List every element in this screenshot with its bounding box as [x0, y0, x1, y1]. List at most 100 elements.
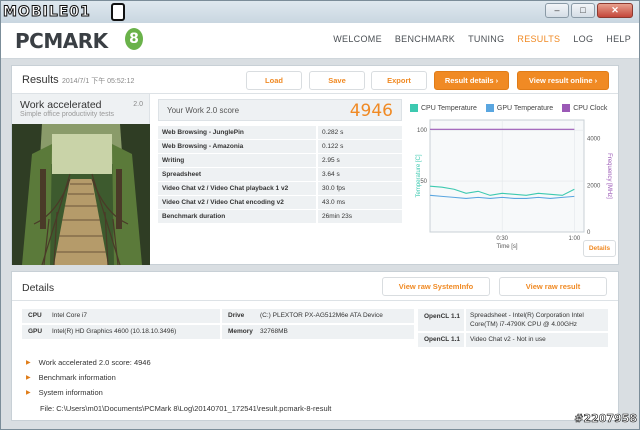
x-tick-label: 0:30	[496, 236, 508, 242]
spec-gpu-value: Intel(R) HD Graphics 4600 (10.18.10.3496…	[52, 328, 177, 335]
y-axis-right-label: Frequency [MHz]	[606, 153, 612, 199]
y-left-tick-label: 100	[417, 128, 428, 134]
row-label: Web Browsing - Amazonia	[158, 140, 316, 153]
row-label: Benchmark duration	[158, 210, 316, 223]
results-table: Web Browsing - JunglePin 0.282 s Web Brow…	[158, 126, 402, 224]
spec-drive-label: Drive	[228, 312, 245, 319]
minimize-button[interactable]: –	[545, 3, 569, 18]
opencl-1-value: Spreadsheet - Intel(R) Corporation Intel…	[466, 309, 608, 331]
score-label: Your Work 2.0 score	[167, 106, 240, 115]
chart-plot: 100504000200000:30 1:00 Temperature [C] F…	[416, 119, 612, 250]
app-header: PCMARK 8 WELCOME BENCHMARK TUNING RESULT…	[1, 23, 639, 59]
watermark-bottom: #2207958	[574, 412, 637, 426]
y-axis-left-label: Temperature [C]	[416, 154, 422, 197]
accordion-score-label: Work accelerated 2.0 score: 4946	[38, 358, 151, 367]
table-row: Video Chat v2 / Video Chat playback 1 v2…	[158, 182, 402, 196]
spec-memory: Memory 32768MB	[222, 325, 414, 339]
expand-arrow-icon: ▶	[26, 390, 31, 396]
row-label: Video Chat v2 / Video Chat encoding v2	[158, 196, 316, 209]
title-bar: MOBILE01 – □ ✕	[1, 1, 639, 23]
row-label: Spreadsheet	[158, 168, 316, 181]
results-header: Results 2014/7/1 下午 05:52:12 Load Save E…	[12, 66, 618, 94]
expand-arrow-icon: ▶	[26, 375, 31, 381]
details-title: Details	[22, 282, 55, 294]
spec-memory-value: 32768MB	[260, 328, 288, 335]
row-label: Video Chat v2 / Video Chat playback 1 v2	[158, 182, 316, 195]
watermark-top: MOBILE01	[3, 4, 91, 21]
pcmark-logo-badge: 8	[125, 28, 143, 50]
row-value: 0.282 s	[318, 126, 402, 139]
phone-icon	[111, 3, 125, 21]
nav-results[interactable]: RESULTS	[517, 34, 560, 44]
row-value: 2.95 s	[318, 154, 402, 167]
row-value: 3.64 s	[318, 168, 402, 181]
row-value: 0.122 s	[318, 140, 402, 153]
row-value: 26min 23s	[318, 210, 402, 223]
chart-details-button[interactable]: Details	[583, 240, 616, 257]
main-nav: WELCOME BENCHMARK TUNING RESULTS LOG HEL…	[333, 34, 631, 44]
score-header: Your Work 2.0 score 4946	[158, 99, 402, 121]
view-result-online-label: View result online	[528, 76, 593, 85]
rope-bridge-image	[12, 124, 150, 265]
spec-cpu-value: Intel Core i7	[52, 312, 88, 319]
monitoring-chart: CPU Temperature GPU Temperature CPU Cloc…	[408, 98, 616, 260]
nav-log[interactable]: LOG	[573, 34, 593, 44]
export-button[interactable]: Export	[371, 71, 427, 90]
table-row: Benchmark duration 26min 23s	[158, 210, 402, 224]
spec-drive-value: (C:) PLEXTOR PX-AG512M6e ATA Device	[260, 312, 383, 319]
x-axis-label: Time [s]	[496, 244, 517, 250]
opencl-2-label: OpenCL 1.1	[418, 333, 464, 347]
details-panel: Details View raw SystemInfo View raw res…	[11, 271, 619, 421]
nav-benchmark[interactable]: BENCHMARK	[395, 34, 455, 44]
table-row: Spreadsheet 3.64 s	[158, 168, 402, 182]
x-tick-label: 1:00	[569, 236, 581, 242]
spec-cpu-label: CPU	[28, 312, 42, 319]
load-button[interactable]: Load	[246, 71, 302, 90]
work-subtitle: Simple office productivity tests	[20, 111, 115, 118]
work-title: Work accelerated	[20, 99, 102, 111]
spec-gpu: GPU Intel(R) HD Graphics 4600 (10.18.10.3…	[22, 325, 220, 339]
results-title: Results	[22, 74, 59, 86]
result-file-path: File: C:\Users\m01\Documents\PCMark 8\Lo…	[40, 404, 332, 413]
row-value: 30.0 fps	[318, 182, 402, 195]
opencl-1-label: OpenCL 1.1	[418, 309, 464, 331]
maximize-button[interactable]: □	[571, 3, 595, 18]
spec-cpu: CPU Intel Core i7	[22, 309, 220, 323]
score-value: 4946	[349, 101, 393, 121]
accordion-benchmark-label: Benchmark information	[38, 373, 116, 382]
save-button[interactable]: Save	[309, 71, 365, 90]
row-label: Writing	[158, 154, 316, 167]
result-details-label: Result details	[444, 76, 494, 85]
y-right-tick-label: 2000	[587, 183, 601, 189]
accordion-system-label: System information	[38, 388, 103, 397]
opencl-2-value: Video Chat v2 - Not in use	[466, 333, 608, 347]
pcmark-logo: PCMARK	[15, 29, 108, 53]
nav-tuning[interactable]: TUNING	[468, 34, 504, 44]
table-row: Video Chat v2 / Video Chat encoding v2 43…	[158, 196, 402, 210]
work-test-card: Work accelerated 2.0 Simple office produ…	[12, 94, 150, 265]
view-raw-result-button[interactable]: View raw result	[499, 277, 607, 296]
spec-memory-label: Memory	[228, 328, 253, 335]
spec-drive: Drive (C:) PLEXTOR PX-AG512M6e ATA Device	[222, 309, 414, 323]
accordion-benchmark-info[interactable]: ▶ Benchmark information	[26, 373, 116, 382]
view-result-online-button[interactable]: View result online ›	[517, 71, 609, 90]
result-details-button[interactable]: Result details ›	[434, 71, 509, 90]
plot-area	[429, 119, 585, 233]
nav-help[interactable]: HELP	[606, 34, 631, 44]
nav-welcome[interactable]: WELCOME	[333, 34, 382, 44]
results-panel: Results 2014/7/1 下午 05:52:12 Load Save E…	[11, 65, 619, 265]
accordion-system-info[interactable]: ▶ System information	[26, 388, 103, 397]
app-window: MOBILE01 – □ ✕ PCMARK 8 WELCOME BENCHMAR…	[0, 0, 640, 430]
table-row: Web Browsing - Amazonia 0.122 s	[158, 140, 402, 154]
table-row: Writing 2.95 s	[158, 154, 402, 168]
work-version: 2.0	[133, 101, 143, 108]
spec-gpu-label: GPU	[28, 328, 43, 335]
accordion-score[interactable]: ▶ Work accelerated 2.0 score: 4946	[26, 358, 151, 367]
view-raw-systeminfo-button[interactable]: View raw SystemInfo	[382, 277, 490, 296]
close-button[interactable]: ✕	[597, 3, 633, 18]
window-controls: – □ ✕	[545, 3, 633, 18]
table-row: Web Browsing - JunglePin 0.282 s	[158, 126, 402, 140]
row-label: Web Browsing - JunglePin	[158, 126, 316, 139]
y-right-tick-label: 0	[587, 230, 591, 236]
details-divider	[12, 300, 618, 301]
